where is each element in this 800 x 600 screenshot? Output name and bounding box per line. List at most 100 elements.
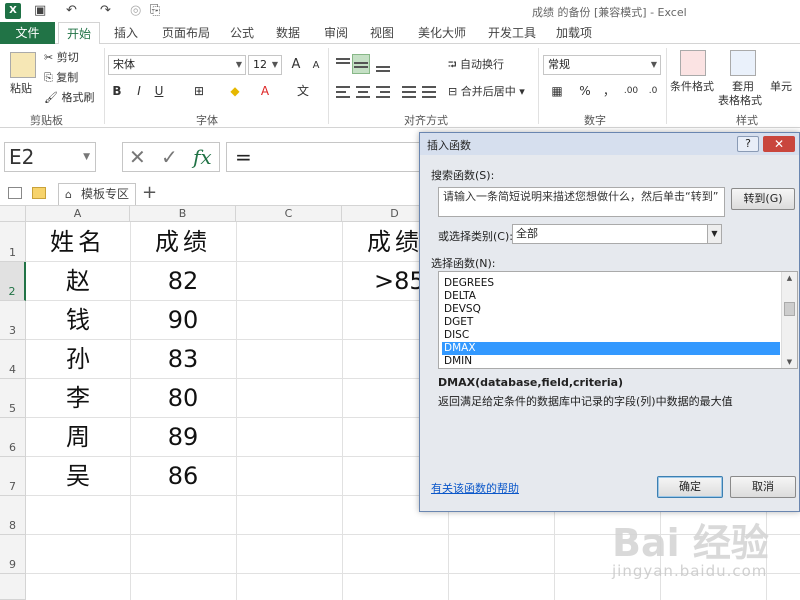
table-format-icon[interactable] — [730, 50, 756, 76]
format-painter-button[interactable]: 🖌 格式刷 — [44, 91, 94, 105]
function-list-scrollbar[interactable]: ▲ ▼ — [781, 272, 797, 368]
vertical-align-buttons[interactable] — [334, 54, 394, 76]
enter-formula-icon[interactable]: ✓ — [161, 145, 178, 169]
name-box[interactable]: E2 ▼ — [4, 142, 96, 172]
tab-addins[interactable]: 加载项 — [552, 22, 596, 44]
tab-page-layout[interactable]: 页面布局 — [156, 22, 216, 44]
border-icon[interactable]: ⊞ — [190, 82, 208, 100]
paste-icon[interactable] — [10, 52, 36, 78]
conditional-format-button[interactable]: 条件格式 — [670, 80, 714, 94]
name-cell[interactable]: 赵 — [26, 262, 130, 300]
list-item[interactable]: DEGREES — [442, 277, 780, 290]
number-format-dropdown[interactable]: 常规 ▼ — [543, 55, 661, 75]
list-item[interactable]: DISC — [442, 329, 780, 342]
merge-center-button[interactable]: ⊟ 合并后居中 ▾ — [448, 85, 525, 99]
tab-home[interactable]: 开始 — [58, 22, 100, 45]
name-cell[interactable]: 周 — [26, 418, 130, 456]
go-button[interactable]: 转到(G) — [731, 188, 795, 210]
undo-icon[interactable]: ↶ — [66, 3, 77, 19]
table-format-line1[interactable]: 套用 — [732, 80, 754, 94]
name-cell[interactable]: 李 — [26, 379, 130, 417]
new-file-icon[interactable] — [8, 187, 22, 199]
row-header[interactable]: 6 — [0, 418, 26, 457]
font-color-button[interactable]: A — [256, 82, 274, 100]
search-function-input[interactable]: 请输入一条简短说明来描述您想做什么，然后单击“转到” — [438, 187, 725, 217]
customize-icon[interactable]: ⎘ — [150, 3, 160, 19]
column-header[interactable]: B — [130, 206, 236, 222]
table-format-line2[interactable]: 表格格式 — [718, 94, 762, 108]
tab-template-zone[interactable]: ⌂ 模板专区 — [58, 183, 136, 205]
name-cell[interactable]: 孙 — [26, 340, 130, 378]
shrink-font-button[interactable]: A — [307, 57, 325, 75]
list-item-selected[interactable]: DMAX — [442, 342, 780, 355]
font-size-dropdown[interactable]: 12 ▼ — [248, 55, 282, 75]
percent-button[interactable]: % — [576, 82, 594, 100]
scroll-down-icon[interactable]: ▼ — [782, 356, 797, 368]
fill-color-icon[interactable]: ◆ — [226, 82, 244, 100]
ok-button[interactable]: 确定 — [657, 476, 723, 498]
add-tab-icon[interactable]: + — [142, 182, 157, 204]
list-item[interactable]: DEVSQ — [442, 303, 780, 316]
list-item[interactable]: DMIN — [442, 355, 780, 368]
close-icon[interactable]: ✕ — [763, 136, 795, 152]
row-header[interactable]: 8 — [0, 496, 26, 535]
paste-button[interactable]: 粘贴 — [10, 82, 32, 96]
tab-file[interactable]: 文件 — [0, 22, 55, 44]
tab-review[interactable]: 审阅 — [318, 22, 354, 44]
cell-styles-button[interactable]: 单元 — [770, 80, 792, 94]
comma-button[interactable]: ， — [600, 82, 618, 100]
tab-formulas[interactable]: 公式 — [224, 22, 260, 44]
currency-icon[interactable]: ▦ — [548, 82, 566, 100]
copy-button[interactable]: ⎘ 复制 — [44, 71, 78, 85]
function-help-link[interactable]: 有关该函数的帮助 — [431, 480, 519, 496]
scroll-thumb[interactable] — [784, 302, 795, 316]
bold-button[interactable]: B — [108, 82, 126, 100]
increase-decimal-icon[interactable]: .00 — [622, 82, 640, 100]
score-cell[interactable]: 83 — [130, 340, 236, 378]
decrease-decimal-icon[interactable]: .0 — [644, 82, 662, 100]
column-header[interactable]: C — [236, 206, 342, 222]
tab-insert[interactable]: 插入 — [108, 22, 144, 44]
score-cell[interactable]: 82 — [130, 262, 236, 300]
touch-mode-icon[interactable]: ◎ — [130, 3, 141, 19]
folder-icon[interactable] — [32, 187, 46, 199]
list-item[interactable]: DELTA — [442, 290, 780, 303]
font-name-dropdown[interactable]: 宋体 ▼ — [108, 55, 246, 75]
row-header[interactable]: 9 — [0, 535, 26, 574]
italic-button[interactable]: I — [130, 82, 148, 100]
row-header[interactable]: 7 — [0, 457, 26, 496]
conditional-format-icon[interactable] — [680, 50, 706, 76]
score-cell[interactable]: 80 — [130, 379, 236, 417]
horizontal-align-buttons[interactable] — [334, 82, 436, 102]
list-item[interactable]: DGET — [442, 316, 780, 329]
score-cell[interactable]: 90 — [130, 301, 236, 339]
header-cell-name[interactable]: 姓名 — [26, 223, 130, 261]
row-header[interactable]: 4 — [0, 340, 26, 379]
name-cell[interactable]: 吴 — [26, 457, 130, 495]
score-cell[interactable]: 86 — [130, 457, 236, 495]
tab-view[interactable]: 视图 — [364, 22, 400, 44]
wen-button[interactable]: 文 — [294, 82, 312, 100]
name-cell[interactable]: 钱 — [26, 301, 130, 339]
dialog-title-bar[interactable]: 插入函数 ? ✕ — [420, 133, 799, 155]
function-list[interactable]: DEGREES DELTA DEVSQ DGET DISC DMAX DMIN … — [438, 271, 798, 369]
row-header[interactable]: 2 — [0, 262, 26, 301]
insert-function-icon[interactable]: fx — [193, 145, 212, 169]
cancel-button[interactable]: 取消 — [730, 476, 796, 498]
wrap-text-button[interactable]: ⮒ 自动换行 — [448, 58, 504, 72]
row-header[interactable]: 1 — [0, 222, 26, 262]
column-header[interactable]: A — [26, 206, 130, 222]
underline-button[interactable]: U — [150, 82, 168, 100]
scroll-up-icon[interactable]: ▲ — [782, 272, 797, 284]
row-header[interactable]: 5 — [0, 379, 26, 418]
tab-beautify[interactable]: 美化大师 — [412, 22, 472, 44]
select-all-corner[interactable] — [0, 206, 26, 222]
row-header[interactable]: 3 — [0, 301, 26, 340]
grow-font-button[interactable]: A — [287, 56, 305, 74]
tab-developer[interactable]: 开发工具 — [482, 22, 542, 44]
header-cell-score[interactable]: 成绩 — [130, 223, 236, 261]
cut-button[interactable]: ✂ 剪切 — [44, 51, 79, 65]
row-header[interactable] — [0, 574, 26, 600]
category-select[interactable]: 全部 ▼ — [512, 224, 722, 244]
redo-icon[interactable]: ↷ — [100, 3, 111, 19]
